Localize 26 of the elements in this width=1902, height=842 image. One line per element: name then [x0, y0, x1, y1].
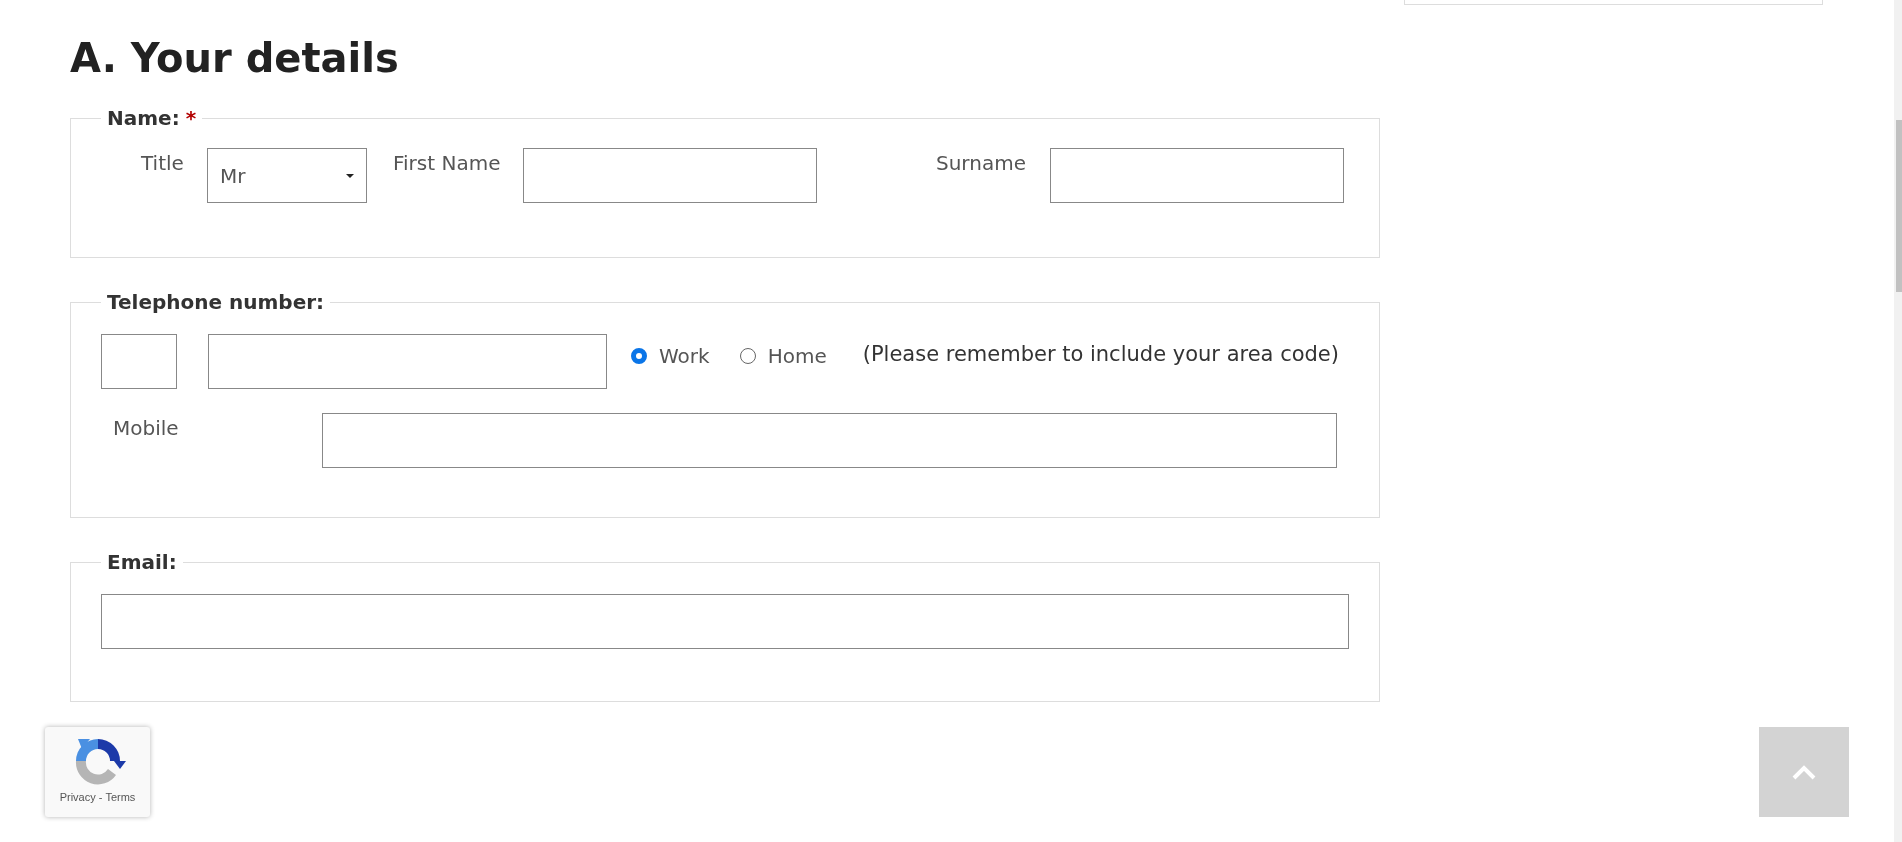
- area-code-field[interactable]: [101, 334, 177, 389]
- radio-button[interactable]: [631, 348, 647, 364]
- terms-link[interactable]: Terms: [105, 791, 136, 803]
- caret-icon: [346, 173, 354, 178]
- first-name-field[interactable]: [523, 148, 817, 203]
- mobile-field[interactable]: [322, 413, 1337, 468]
- field-label: First Name: [393, 150, 502, 177]
- link-separator: -: [98, 791, 103, 803]
- field-label: Mobile: [113, 415, 180, 442]
- email-field[interactable]: [101, 594, 1349, 649]
- phone-number-field[interactable]: [208, 334, 607, 389]
- title-select[interactable]: Mr: [207, 148, 367, 203]
- privacy-link[interactable]: Privacy: [59, 791, 96, 803]
- section-heading: A. Your details: [70, 34, 400, 83]
- scrollbar-thumb[interactable]: [1896, 120, 1902, 292]
- fieldset-legend: Telephone number:: [107, 290, 325, 314]
- radio-label[interactable]: Work: [659, 344, 710, 368]
- required-asterisk: *: [185, 106, 197, 130]
- field-label: Title: [141, 150, 185, 177]
- radio-label[interactable]: Home: [767, 344, 827, 368]
- fieldset-legend: Email:: [107, 550, 177, 574]
- field-label: Surname: [936, 150, 1027, 177]
- fieldset-legend: Name:: [107, 106, 180, 130]
- surname-field[interactable]: [1050, 148, 1344, 203]
- chevron-up-icon: [1792, 764, 1816, 780]
- hint-text: (Please remember to include your area code): [862, 341, 1339, 366]
